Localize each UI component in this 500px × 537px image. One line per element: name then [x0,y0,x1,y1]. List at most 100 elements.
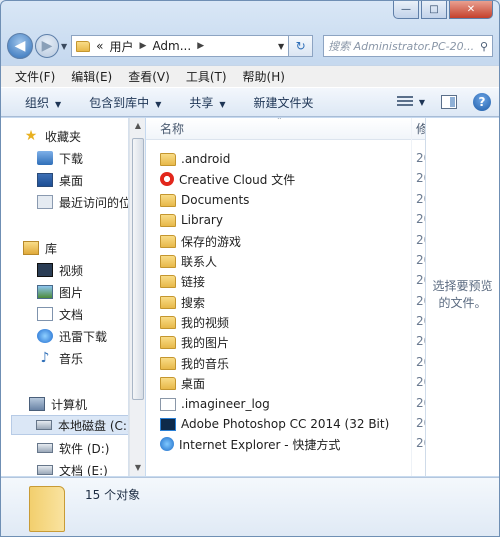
help-icon[interactable]: ? [473,93,491,111]
menu-tools[interactable]: 工具(T) [186,68,227,85]
folder-icon [160,213,176,227]
scroll-down-icon[interactable]: ▼ [130,460,146,476]
nav-item-label: 视频 [59,263,84,278]
date-cell: 20 [416,273,425,287]
videos-folder-icon [160,315,176,329]
search-box[interactable]: 搜索 Administrator.PC-20... ⚲ [323,35,493,57]
chevron-down-icon: ▼ [219,99,226,109]
column-header-date[interactable]: 修 [412,118,425,140]
menu-edit[interactable]: 编辑(E) [71,68,112,85]
hard-drive-icon [36,420,52,430]
search-icon[interactable]: ⚲ [480,40,488,53]
saved-games-folder-icon [160,234,176,248]
include-in-library-button[interactable]: 包含到库中 ▼ [89,94,161,111]
file-name: Creative Cloud 文件 [179,172,296,187]
file-name: 我的视频 [181,315,230,330]
file-row[interactable]: 桌面 [160,373,205,393]
menu-help[interactable]: 帮助(H) [243,68,285,85]
breadcrumb-overflow[interactable]: « [96,39,103,53]
file-row[interactable]: Adobe Photoshop CC 2014 (32 Bit) [160,414,389,434]
column-header-name-label: 名称 [160,122,185,136]
nav-item-downloads[interactable]: 下载 [37,148,83,168]
scroll-up-icon[interactable]: ▲ [130,118,146,134]
nav-item-label: 图片 [59,285,84,300]
file-row[interactable]: 搜索 [160,292,205,312]
minimize-button[interactable]: — [393,1,419,19]
back-button[interactable]: ◀ [7,33,33,59]
breadcrumb-separator-icon[interactable]: ▶ [140,41,147,51]
recent-pages-dropdown[interactable]: ▼ [61,42,67,51]
nav-item-label: 软件 (D:) [59,441,110,456]
refresh-icon: ↻ [295,39,306,53]
menu-view[interactable]: 查看(V) [128,68,170,85]
nav-libraries[interactable]: 库 [23,238,57,258]
file-row[interactable]: 我的图片 [160,332,229,352]
date-cell: 20 [416,192,425,206]
nav-item-videos[interactable]: 视频 [37,260,83,280]
share-button[interactable]: 共享 ▼ [189,94,225,111]
file-row[interactable]: Internet Explorer - 快捷方式 [160,434,340,454]
file-row[interactable]: Documents [160,190,249,210]
file-row[interactable]: 链接 [160,271,205,291]
scroll-thumb[interactable] [132,138,144,400]
nav-item-drive-c[interactable]: 本地磁盘 (C:) [11,415,128,435]
refresh-button[interactable]: ↻ [289,35,314,57]
date-cell: 20 [416,233,425,247]
nav-item-desktop[interactable]: 桌面 [37,170,83,190]
nav-item-recent-places[interactable]: 最近访问的位 [37,192,128,212]
file-row[interactable]: 联系人 [160,251,217,271]
file-row[interactable]: Creative Cloud 文件 [160,169,295,189]
nav-item-documents[interactable]: 文档 [37,304,83,324]
date-column: 修 20 20 20 20 20 20 20 20 20 20 20 20 20… [411,118,425,476]
date-cell: 20 [416,375,425,389]
file-row[interactable]: .android [160,149,230,169]
chevron-down-icon: ▼ [55,99,62,109]
date-cell: 20 [416,253,425,267]
forward-button[interactable]: ▶ [35,34,59,58]
file-row[interactable]: 保存的游戏 [160,231,241,251]
file-row[interactable]: Library [160,210,223,230]
desktop-folder-icon [160,376,176,390]
file-row[interactable]: .imagineer_log [160,394,270,414]
menu-file[interactable]: 文件(F) [15,68,55,85]
links-folder-icon [160,274,176,288]
organize-button[interactable]: 组织 ▼ [25,94,61,111]
date-cell: 20 [416,334,425,348]
breadcrumb-item-users[interactable]: 用户 [110,38,134,55]
date-cell: 20 [416,436,425,450]
music-note-icon: ♪ [40,350,50,366]
include-in-library-label: 包含到库中 [89,95,150,110]
folder-icon [160,152,176,166]
maximize-button[interactable]: □ [421,1,447,19]
photoshop-shortcut-icon [160,417,176,431]
nav-item-drive-e[interactable]: 文档 (E:) [37,460,108,476]
downloads-icon [37,151,53,165]
videos-icon [37,263,53,277]
nav-scrollbar[interactable]: ▲ ▼ [129,118,145,476]
nav-item-thunder-downloads[interactable]: 迅雷下载 [37,326,107,346]
breadcrumb-item-admin[interactable]: Adm... [152,39,191,53]
column-header-name[interactable]: ⌃ 名称 [146,118,411,140]
search-input[interactable]: 搜索 Administrator.PC-20... [328,38,474,54]
file-row[interactable]: 我的视频 [160,312,229,332]
nav-favorites[interactable]: ★ 收藏夹 [23,126,81,146]
file-name: 我的图片 [181,335,230,350]
creative-cloud-icon [160,172,174,186]
file-name: 链接 [181,274,206,289]
address-history-dropdown[interactable]: ▼ [278,42,284,51]
address-bar[interactable]: « 用户 ▶ Adm... ▶ ▼ [71,35,290,57]
date-cell: 20 [416,171,425,185]
change-view-button[interactable]: ▼ [396,95,425,109]
breadcrumb-separator-icon[interactable]: ▶ [197,41,204,51]
nav-computer[interactable]: 计算机 [29,394,87,414]
new-folder-button[interactable]: 新建文件夹 [254,94,314,111]
file-row[interactable]: 我的音乐 [160,353,229,373]
nav-item-drive-d[interactable]: 软件 (D:) [37,438,109,458]
close-button[interactable]: ✕ [449,1,493,19]
nav-item-pictures[interactable]: 图片 [37,282,83,302]
desktop-icon [37,173,53,187]
date-cell: 20 [416,212,425,226]
nav-item-music[interactable]: ♪ 音乐 [37,348,83,368]
folder-icon [76,40,91,52]
preview-pane-toggle-icon[interactable] [441,95,457,109]
